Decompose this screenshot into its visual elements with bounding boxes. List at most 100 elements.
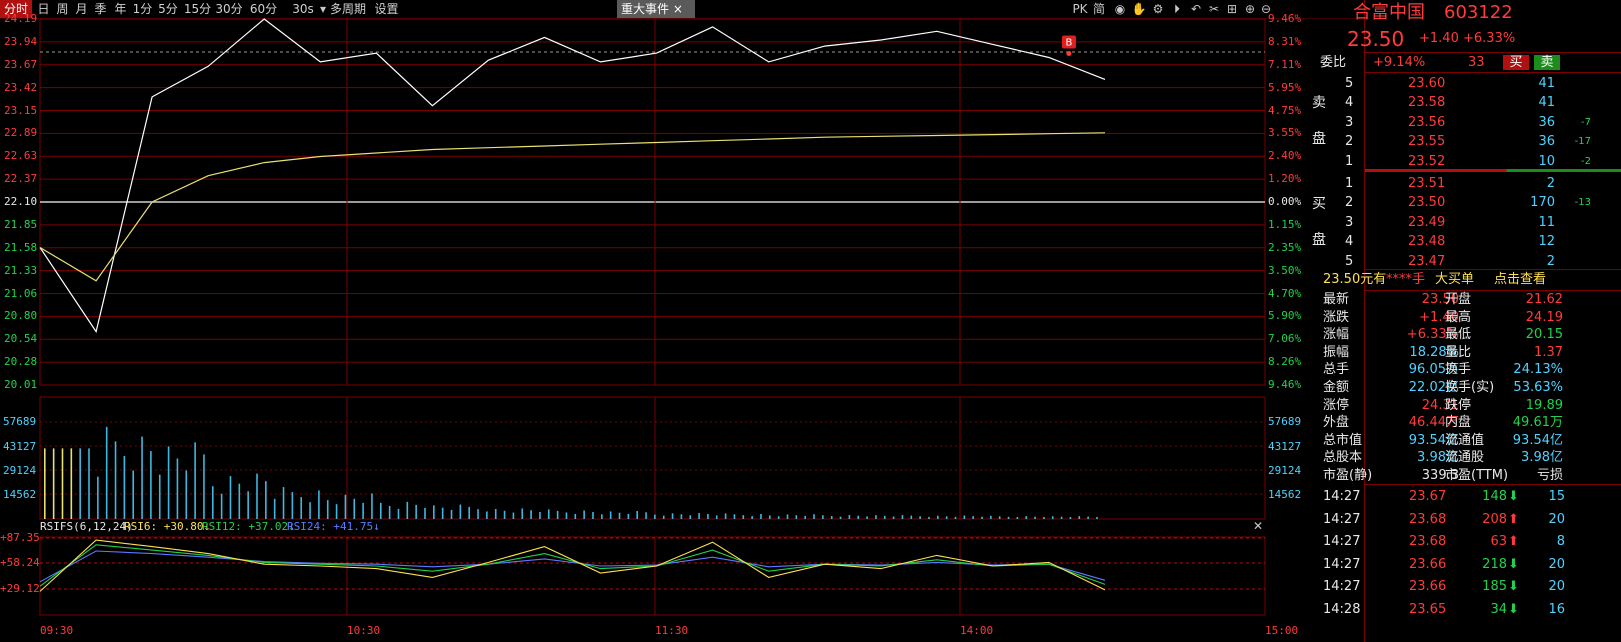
bid-row[interactable]: 1 23.51 2 [1345, 174, 1621, 193]
volume-bar [804, 515, 806, 519]
volume-bar [44, 448, 46, 519]
ask-row[interactable]: 2 23.55 36 -17 [1345, 132, 1621, 151]
price-axis-right-label: 8.31% [1268, 34, 1302, 48]
volume-bar [203, 454, 205, 519]
weibi-diff: 33 [1468, 55, 1485, 70]
volume-bar [141, 436, 143, 519]
volume-bar [406, 501, 409, 519]
tick-price: 23.67 [1409, 489, 1447, 504]
stat-value-right: 1.37 [1534, 344, 1563, 360]
rsi-title: RSIFS(6,12,24) [40, 520, 133, 533]
rsi-axis-label: +87.35 [0, 531, 40, 544]
ask-row[interactable]: 5 23.60 41 [1345, 74, 1621, 93]
ask-row[interactable]: 4 23.58 41 [1345, 93, 1621, 112]
price-axis-right-label: 7.11% [1268, 57, 1302, 71]
price-axis-left-label: 23.42 [4, 80, 38, 94]
volume-bar [176, 458, 179, 519]
price-axis-left-label: 23.94 [4, 34, 38, 48]
bid-level: 4 [1345, 234, 1354, 250]
tick-price: 23.66 [1409, 579, 1447, 595]
bid-level: 2 [1345, 195, 1354, 211]
volume-bar [662, 515, 665, 519]
price-axis-left-label: 22.10 [4, 195, 38, 208]
bid-row[interactable]: 5 23.47 2 [1345, 252, 1621, 271]
volume-bar [415, 504, 417, 519]
volume-bar [813, 514, 815, 519]
price-axis-left-label: 21.06 [4, 286, 38, 300]
bid-price: 23.47 [1408, 253, 1446, 269]
volume-axis-label: 14562 [1268, 488, 1302, 501]
bid-volume: 2 [1546, 253, 1555, 269]
stat-value-right: 49.61万 [1512, 415, 1563, 431]
bid-row[interactable]: 3 23.49 11 [1345, 213, 1621, 232]
price-axis-right-label: 2.35% [1268, 240, 1302, 254]
stat-value-right: 亏损 [1536, 468, 1563, 483]
ask-change: -17 [1574, 136, 1591, 148]
volume-bar [1016, 517, 1019, 519]
volume-bar [875, 515, 877, 519]
price-axis-right-label: 1.20% [1268, 172, 1302, 186]
bid-row[interactable]: 4 23.48 12 [1345, 232, 1621, 251]
bid-level: 5 [1345, 253, 1354, 269]
bid-level: 1 [1345, 176, 1354, 191]
volume-axis-label: 29124 [1268, 464, 1302, 477]
price-axis-right-label: 8.26% [1268, 355, 1302, 369]
sell-button[interactable]: 卖 [1534, 55, 1560, 70]
stat-row: 最新 23.50 开盘 21.62 [1323, 291, 1621, 309]
ask-row[interactable]: 3 23.56 36 -7 [1345, 113, 1621, 132]
volume-bar [512, 512, 515, 519]
volume-bar [344, 494, 347, 519]
price-axis-left-label: 20.01 [4, 378, 38, 391]
volume-bar [52, 448, 55, 519]
buy-button[interactable]: 买 [1503, 55, 1529, 70]
volume-bar [609, 511, 612, 519]
bid-row[interactable]: 2 23.50 170 -13 [1345, 193, 1621, 212]
stat-value-right: 20.15 [1525, 327, 1563, 343]
stat-key-right: 量比 [1445, 344, 1472, 360]
volume-bar [1051, 516, 1054, 519]
stat-row: 外盘 46.44万 内盘 49.61万 [1323, 414, 1621, 432]
bid-price: 23.48 [1408, 234, 1446, 250]
bigorder-view-link[interactable]: 点击查看 [1494, 270, 1546, 290]
stat-key-right: 跌停 [1445, 397, 1472, 413]
bigorder-price: 23.50元有 [1323, 272, 1387, 287]
volume-bar [751, 516, 753, 519]
price-line [39, 18, 1106, 334]
volume-axis-label: 43127 [3, 440, 37, 453]
rsi6-line [39, 539, 1106, 592]
volume-bar [97, 476, 99, 519]
volume-bar [371, 493, 373, 519]
price-axis-left-label: 22.37 [4, 172, 38, 186]
volume-bar [123, 455, 126, 519]
price-axis-left-label: 23.67 [4, 57, 38, 71]
volume-bar [265, 481, 267, 519]
tick-volume: 185 [1482, 579, 1507, 595]
volume-bar [441, 507, 444, 519]
volume-bar [291, 492, 294, 519]
arrow-down-icon: ⬇ [1508, 579, 1519, 595]
volume-bar [883, 515, 886, 519]
ask-price: 23.52 [1408, 153, 1446, 169]
price-axis-left-label: 21.33 [4, 263, 38, 277]
volume-bar [397, 508, 400, 519]
volume-bar [919, 516, 921, 519]
stock-name: 合富中国 [1353, 2, 1425, 23]
stat-value-right: 53.63% [1513, 380, 1563, 395]
bid-volume: 170 [1530, 195, 1555, 211]
volume-bar [539, 511, 541, 519]
price-axis-left-label: 24.19 [4, 12, 38, 25]
price-axis-right-label: 9.46% [1268, 12, 1302, 25]
stat-row: 总手 96.05万 换手 24.13% [1323, 361, 1621, 379]
tick-row: 14:27 23.67 148 ⬇ 15 [1323, 486, 1621, 508]
rsi24-line [39, 550, 1106, 583]
stat-row: 振幅 18.28% 量比 1.37 [1323, 344, 1621, 362]
volume-bar [910, 515, 913, 519]
stat-row: 市盈(静) 339.3 市盈(TTM) 亏损 [1323, 467, 1621, 485]
close-indicator-icon[interactable]: ✕ [1251, 519, 1265, 533]
ask-row[interactable]: 1 23.52 10 -2 [1345, 152, 1621, 171]
volume-bar [963, 515, 966, 519]
tick-volume: 63 [1490, 534, 1507, 550]
price-axis-right-label: 4.70% [1268, 286, 1302, 300]
intraday-chart[interactable]: B [0, 0, 1363, 642]
arrow-down-icon: ⬇ [1508, 489, 1519, 504]
